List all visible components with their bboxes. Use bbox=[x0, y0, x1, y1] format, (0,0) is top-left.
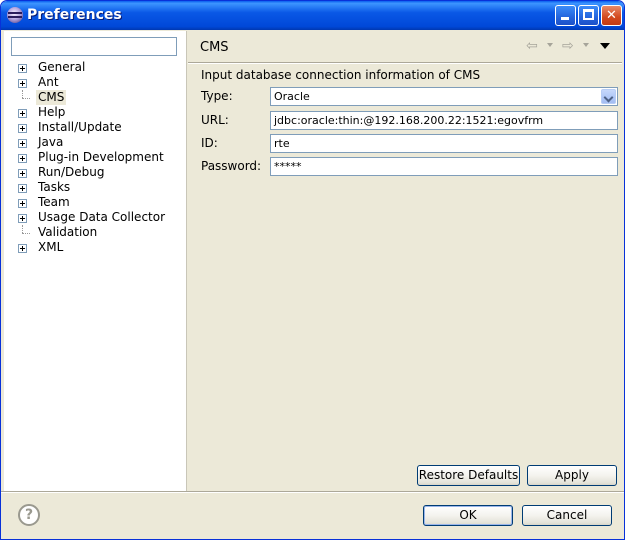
tree-connector bbox=[22, 233, 30, 234]
preferences-tree-pane: General Ant CMS Help Install/Update Java… bbox=[4, 31, 187, 491]
expand-icon[interactable] bbox=[18, 169, 27, 178]
tree-item-label: Validation bbox=[38, 225, 98, 239]
apply-button[interactable]: Apply bbox=[527, 465, 617, 486]
maximize-icon bbox=[583, 9, 594, 20]
tree-item-label: CMS bbox=[36, 90, 67, 105]
id-label: ID: bbox=[201, 136, 218, 150]
tree-item-label: Tasks bbox=[38, 180, 71, 194]
tree-connector bbox=[22, 90, 23, 98]
expand-icon[interactable] bbox=[18, 199, 27, 208]
tree-item-label: Usage Data Collector bbox=[38, 210, 166, 224]
tree-item-label: Java bbox=[38, 135, 64, 149]
expand-icon[interactable] bbox=[18, 64, 27, 73]
page-title: CMS bbox=[200, 40, 229, 55]
preference-page: CMS ⇦ ⇨ Input database connection inform… bbox=[188, 31, 622, 491]
tree-connector bbox=[22, 98, 30, 99]
chevron-down-icon[interactable] bbox=[601, 89, 616, 104]
type-label: Type: bbox=[201, 89, 233, 103]
id-field[interactable]: rte bbox=[270, 134, 618, 153]
tree-item-label: Team bbox=[38, 195, 70, 209]
type-select-value: Oracle bbox=[274, 90, 310, 103]
password-field[interactable]: ***** bbox=[270, 157, 618, 176]
close-icon: ✕ bbox=[606, 8, 617, 23]
help-icon[interactable]: ? bbox=[18, 504, 40, 526]
back-arrow-icon[interactable]: ⇦ bbox=[526, 39, 542, 53]
tree-item-label: Help bbox=[38, 105, 66, 119]
forward-arrow-icon[interactable]: ⇨ bbox=[562, 39, 578, 53]
url-label: URL: bbox=[201, 113, 229, 127]
forward-history-dropdown-icon[interactable] bbox=[583, 43, 589, 47]
ok-button[interactable]: OK bbox=[423, 505, 513, 526]
title-bar[interactable]: Preferences ✕ bbox=[1, 1, 624, 30]
type-select[interactable]: Oracle bbox=[270, 87, 618, 106]
expand-icon[interactable] bbox=[18, 214, 27, 223]
tree-item-label: XML bbox=[38, 240, 64, 254]
expand-icon[interactable] bbox=[18, 79, 27, 88]
tree-connector bbox=[22, 225, 23, 233]
expand-icon[interactable] bbox=[18, 139, 27, 148]
eclipse-icon bbox=[7, 7, 23, 23]
footer-separator bbox=[1, 491, 624, 493]
minimize-button[interactable] bbox=[555, 5, 576, 26]
url-field[interactable]: jdbc:oracle:thin:@192.168.200.22:1521:eg… bbox=[270, 111, 618, 130]
filter-input[interactable] bbox=[11, 37, 177, 56]
maximize-button[interactable] bbox=[578, 5, 599, 26]
back-history-dropdown-icon[interactable] bbox=[547, 43, 553, 47]
tree-item-label: Ant bbox=[38, 75, 59, 89]
close-button[interactable]: ✕ bbox=[601, 5, 622, 26]
expand-icon[interactable] bbox=[18, 109, 27, 118]
expand-icon[interactable] bbox=[18, 184, 27, 193]
view-menu-icon[interactable] bbox=[600, 43, 610, 49]
tree-item-label: Plug-in Development bbox=[38, 150, 164, 164]
expand-icon[interactable] bbox=[18, 244, 27, 253]
page-navigation: ⇦ ⇨ bbox=[526, 39, 616, 55]
tree-item-label: Run/Debug bbox=[38, 165, 105, 179]
password-label: Password: bbox=[201, 159, 262, 173]
preferences-dialog: Preferences ✕ General Ant CMS Help Insta… bbox=[0, 0, 625, 540]
page-description: Input database connection information of… bbox=[201, 68, 481, 82]
tree-item-label: Install/Update bbox=[38, 120, 122, 134]
title-separator bbox=[188, 62, 622, 64]
minimize-icon bbox=[561, 17, 569, 20]
expand-icon[interactable] bbox=[18, 154, 27, 163]
tree-item-label: General bbox=[38, 60, 86, 74]
window-title: Preferences bbox=[27, 7, 122, 23]
cancel-button[interactable]: Cancel bbox=[522, 505, 612, 526]
expand-icon[interactable] bbox=[18, 124, 27, 133]
restore-defaults-button[interactable]: Restore Defaults bbox=[417, 465, 520, 486]
